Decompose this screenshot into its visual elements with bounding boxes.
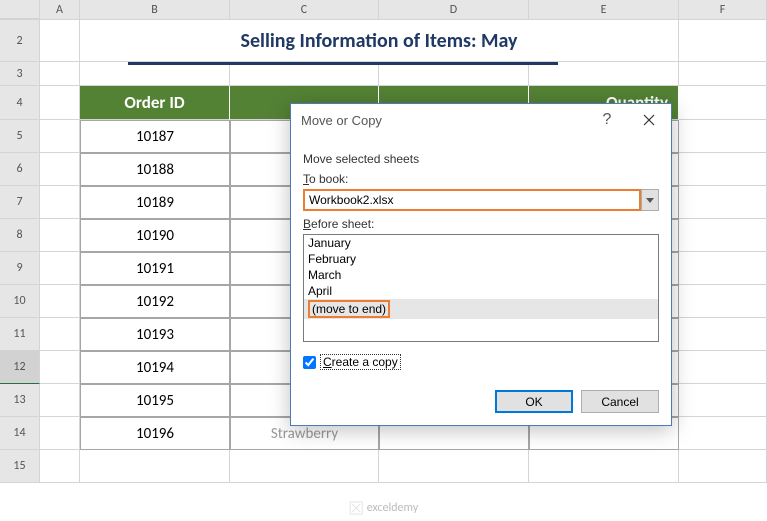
list-item[interactable]: January <box>304 235 658 251</box>
row-header-13[interactable]: 13 <box>0 384 40 417</box>
ok-button[interactable]: OK <box>495 390 573 413</box>
cell-order-2[interactable]: 10189 <box>80 186 230 219</box>
cell-order-4[interactable]: 10191 <box>80 252 230 285</box>
row-header-10[interactable]: 10 <box>0 285 40 318</box>
row-header-15[interactable]: 15 <box>0 450 40 483</box>
move-selected-label: Move selected sheets <box>303 152 659 166</box>
row-header-3[interactable]: 3 <box>0 62 40 86</box>
col-header-C[interactable]: C <box>230 0 379 19</box>
row-header-6[interactable]: 6 <box>0 153 40 186</box>
row-header-2[interactable]: 2 <box>0 20 40 62</box>
cell-order-7[interactable]: 10194 <box>80 351 230 384</box>
select-all-corner[interactable] <box>0 0 40 19</box>
to-book-label: To book: <box>303 172 659 186</box>
row-header-11[interactable]: 11 <box>0 318 40 351</box>
column-headers-row: A B C D E F <box>0 0 767 20</box>
chevron-down-icon <box>646 198 654 203</box>
cell-order-1[interactable]: 10188 <box>80 153 230 186</box>
col-header-B[interactable]: B <box>80 0 230 19</box>
dialog-title: Move or Copy <box>301 113 587 128</box>
to-book-dropdown-button[interactable] <box>641 189 659 211</box>
move-or-copy-dialog: Move or Copy ? Move selected sheets To b… <box>290 103 672 426</box>
cell-order-8[interactable]: 10195 <box>80 384 230 417</box>
before-sheet-label: Before sheet: <box>303 217 659 231</box>
col-header-F[interactable]: F <box>679 0 767 19</box>
row-header-12[interactable]: 12 <box>0 351 40 384</box>
col-header-A[interactable]: A <box>40 0 80 19</box>
dialog-titlebar[interactable]: Move or Copy ? <box>291 104 671 136</box>
list-item[interactable]: April <box>304 283 658 299</box>
help-icon[interactable]: ? <box>587 111 627 129</box>
title-cell[interactable]: Selling Information of Items: May <box>80 20 679 62</box>
before-sheet-listbox[interactable]: January February March April (move to en… <box>303 234 659 342</box>
list-item[interactable]: March <box>304 267 658 283</box>
cell-F2[interactable] <box>679 20 767 62</box>
cell-order-0[interactable]: 10187 <box>80 120 230 153</box>
cell-order-6[interactable]: 10193 <box>80 318 230 351</box>
list-item-selected[interactable]: (move to end) <box>304 299 658 319</box>
col-header-E[interactable]: E <box>529 0 679 19</box>
cell-A3[interactable] <box>40 62 80 86</box>
cancel-button[interactable]: Cancel <box>581 390 659 413</box>
row-header-4[interactable]: 4 <box>0 86 40 120</box>
cell-order-3[interactable]: 10190 <box>80 219 230 252</box>
row-header-8[interactable]: 8 <box>0 219 40 252</box>
watermark: exceldemy <box>349 501 419 515</box>
row-header-14[interactable]: 14 <box>0 417 40 450</box>
to-book-combobox[interactable] <box>303 189 641 211</box>
row-header-9[interactable]: 9 <box>0 252 40 285</box>
th-order-id[interactable]: Order ID <box>80 86 230 120</box>
col-header-D[interactable]: D <box>379 0 529 19</box>
row-header-5[interactable]: 5 <box>0 120 40 153</box>
title-underline <box>128 62 558 65</box>
cell-order-9[interactable]: 10196 <box>80 417 230 450</box>
create-copy-checkbox[interactable] <box>303 356 316 369</box>
create-copy-label[interactable]: Create a copy <box>320 354 401 370</box>
cell-order-5[interactable]: 10192 <box>80 285 230 318</box>
logo-icon <box>349 501 363 515</box>
page-title: Selling Information of Items: May <box>241 29 518 53</box>
close-icon[interactable] <box>627 104 671 136</box>
row-header-7[interactable]: 7 <box>0 186 40 219</box>
list-item[interactable]: February <box>304 251 658 267</box>
cell-A2[interactable] <box>40 20 80 62</box>
